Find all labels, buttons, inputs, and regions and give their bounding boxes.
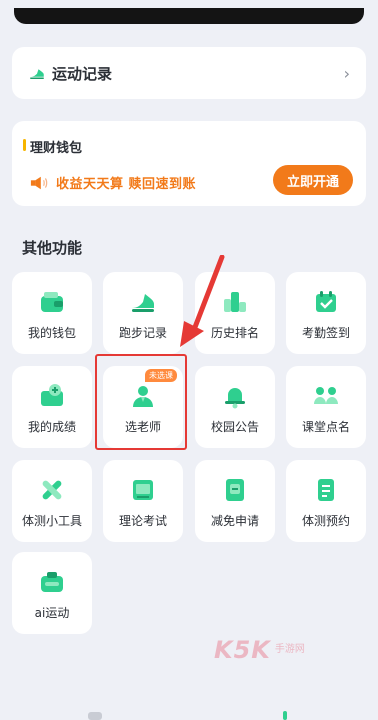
wallet-promo-text: 收益天天算 赎回速到账 [56,177,197,192]
grid-item-label: 体测预约 [301,514,350,528]
bell-icon [225,388,245,409]
grid-item-label: 选老师 [124,420,161,434]
running-shoe-icon [132,294,154,312]
exemption-icon [226,479,244,501]
watermark: K5K 手游网 [214,636,305,664]
wallet-card: 理财钱包 收益天天算 赎回速到账 立即开通 [12,121,366,206]
wallet-promo: 收益天天算 赎回速到账 [30,173,196,192]
ai-sport-icon [41,572,63,592]
watermark-sub: 手游网 [274,644,305,655]
grid-item-label: 我的钱包 [27,326,76,340]
grid-item-label: 我的成绩 [27,420,76,434]
grid-item-campus-notice[interactable]: 校园公告 [195,366,275,448]
section-title: 其他功能 [22,239,83,257]
annotation-arrow-icon [180,255,225,347]
status-badge: 未选课 [145,369,177,382]
grid-item-class-rollcall[interactable]: 课堂点名 [286,366,366,448]
grid-item-label: ai运动 [34,606,70,620]
grid-item-attendance[interactable]: 考勤签到 [286,272,366,354]
grid-item-theory-exam[interactable]: 理论考试 [103,460,183,542]
sport-record-title: 运动记录 [52,64,113,83]
grid-item-label: 理论考试 [118,514,167,528]
open-wallet-button[interactable]: 立即开通 [273,165,353,195]
status-bar [14,8,364,24]
grid-item-my-wallet[interactable]: 我的钱包 [12,272,92,354]
grid-item-label: 课堂点名 [301,420,350,434]
grid-item-label: 考勤签到 [301,326,350,340]
bottom-nav-hint [88,711,287,720]
tools-icon [42,480,62,500]
grid-item-fitness-booking[interactable]: 体测预约 [286,460,366,542]
grid-item-label: 跑步记录 [118,326,167,340]
booking-icon [318,479,334,501]
grid-item-ai-sport[interactable]: ai运动 [12,552,92,634]
checkin-icon [316,291,336,312]
sport-record-row[interactable]: 运动记录 › [12,47,366,99]
grid-item-exemption-request[interactable]: 减免申请 [195,460,275,542]
rollcall-icon [314,387,338,404]
exam-icon [133,480,153,500]
running-shoe-icon [30,69,44,79]
teacher-icon [133,386,153,407]
wallet-title: 理财钱包 [22,137,82,156]
grid-item-fitness-tools[interactable]: 体测小工具 [12,460,92,542]
grid-item-my-grades[interactable]: 我的成绩 [12,366,92,448]
grid-item-choose-teacher[interactable]: 未选课 选老师 [103,366,183,448]
speaker-icon [30,176,48,189]
grid-item-label: 减免申请 [210,514,259,528]
watermark-logo: K5K [214,636,271,664]
grid-item-label: 校园公告 [210,420,259,434]
grid-item-label: 体测小工具 [21,514,82,528]
chevron-right-icon: › [343,63,350,83]
wallet-icon [41,292,63,312]
grades-icon [41,384,63,406]
